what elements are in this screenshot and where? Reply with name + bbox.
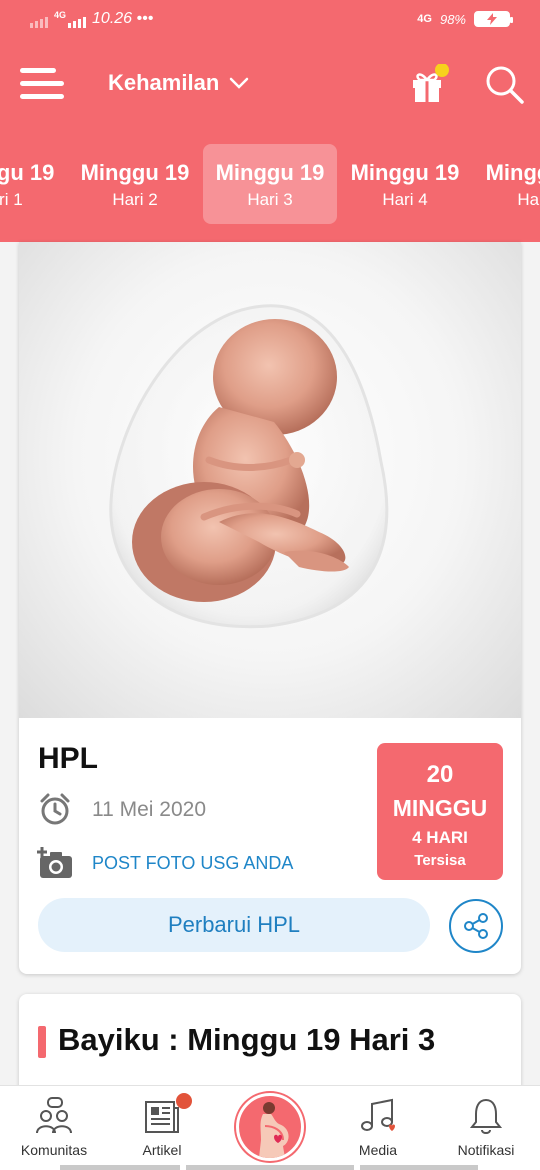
community-icon: [36, 1097, 72, 1134]
nav-label: Media: [358, 1142, 398, 1158]
status-right: 4G 98%: [417, 11, 513, 27]
app-header: Kehamilan Minggu 19 Hari 1 Minggu 19 Har…: [0, 44, 540, 242]
menu-button[interactable]: [20, 68, 64, 102]
nav-komunitas[interactable]: Komunitas: [0, 1086, 108, 1170]
post-usg-photo-link[interactable]: POST FOTO USG ANDA: [92, 853, 293, 874]
network-type: 4G: [54, 10, 67, 20]
baby-section-card: Bayiku : Minggu 19 Hari 3: [19, 994, 521, 1094]
countdown-number: 20: [426, 761, 454, 788]
search-icon: [486, 66, 524, 104]
battery-percent: 98%: [439, 11, 466, 27]
section-accent: [38, 1026, 46, 1058]
music-icon: [361, 1098, 395, 1131]
tab-day-label: Hari 3: [247, 190, 293, 209]
tab-day-label: Hari 5: [517, 190, 540, 209]
tab-week-label: Minggu 19: [0, 160, 55, 185]
fetus-illustration: [19, 242, 521, 718]
tab-week-label: Minggu 19: [350, 160, 460, 185]
tab-day-label: Hari 1: [0, 190, 23, 209]
nav-artikel[interactable]: Artikel: [108, 1086, 216, 1170]
system-nav-indicator: [60, 1165, 180, 1170]
countdown-remaining: Tersisa: [414, 852, 466, 869]
chevron-down-icon: [230, 77, 249, 89]
nav-label: Notifikasi: [457, 1142, 515, 1158]
countdown-unit: MINGGU: [392, 795, 488, 821]
tab-week-label: Minggu 19: [215, 160, 325, 185]
gift-button[interactable]: [408, 63, 450, 106]
hpl-label: HPL: [38, 742, 98, 775]
signal-icon: [68, 14, 87, 28]
nav-notifikasi[interactable]: Notifikasi: [432, 1086, 540, 1170]
nav-media[interactable]: Media: [324, 1086, 432, 1170]
pregnancy-icon: [259, 1102, 289, 1158]
countdown-box: 20 MINGGU 4 HARI Tersisa: [377, 743, 503, 880]
share-icon: [464, 913, 488, 939]
signal-icon: [30, 14, 48, 28]
tab-week-label: Minggu 19: [485, 160, 540, 185]
notification-badge: [176, 1093, 192, 1109]
system-nav-indicator: [186, 1165, 354, 1170]
clock-time: 10.26 •••: [92, 10, 154, 27]
network-type: 4G: [417, 13, 432, 25]
search-button[interactable]: [484, 64, 526, 106]
section-title: Bayiku : Minggu 19 Hari 3: [58, 1022, 436, 1057]
due-date: 11 Mei 2020: [92, 798, 207, 821]
header-title: Kehamilan: [108, 70, 220, 95]
battery-icon: [474, 11, 513, 27]
bell-icon: [469, 1098, 503, 1134]
hpl-card: HPL 11 Mei 2020 POST FOTO USG ANDA 20 MI…: [19, 242, 521, 974]
tab-day-label: Hari 2: [112, 190, 158, 209]
nav-label: Artikel: [142, 1142, 182, 1158]
system-nav-indicator: [360, 1165, 478, 1170]
tab-day-3[interactable]: Minggu 19 Hari 3: [203, 144, 337, 224]
tab-day-5[interactable]: Minggu 19 Hari 5: [473, 144, 540, 224]
update-hpl-button[interactable]: Perbarui HPL: [38, 898, 430, 952]
tab-day-1[interactable]: Minggu 19 Hari 1: [0, 144, 67, 224]
day-tabs: Minggu 19 Hari 1 Minggu 19 Hari 2 Minggu…: [0, 144, 540, 224]
status-bar: 4G 10.26 ••• 4G 98%: [0, 0, 540, 44]
tab-day-label: Hari 4: [382, 190, 428, 209]
tab-day-2[interactable]: Minggu 19 Hari 2: [68, 144, 202, 224]
add-camera-icon[interactable]: [36, 846, 74, 880]
tab-week-label: Minggu 19: [80, 160, 190, 185]
countdown-days: 4 HARI: [412, 828, 468, 847]
nav-label: Komunitas: [20, 1142, 88, 1158]
alarm-clock-icon: [40, 793, 70, 825]
status-left: 4G 10.26 •••: [30, 10, 153, 28]
share-button[interactable]: [449, 899, 503, 953]
gift-icon: [413, 63, 449, 102]
pregnancy-dropdown[interactable]: Kehamilan: [108, 70, 249, 96]
tab-day-4[interactable]: Minggu 19 Hari 4: [338, 144, 472, 224]
pregnancy-center-button[interactable]: [236, 1093, 304, 1161]
